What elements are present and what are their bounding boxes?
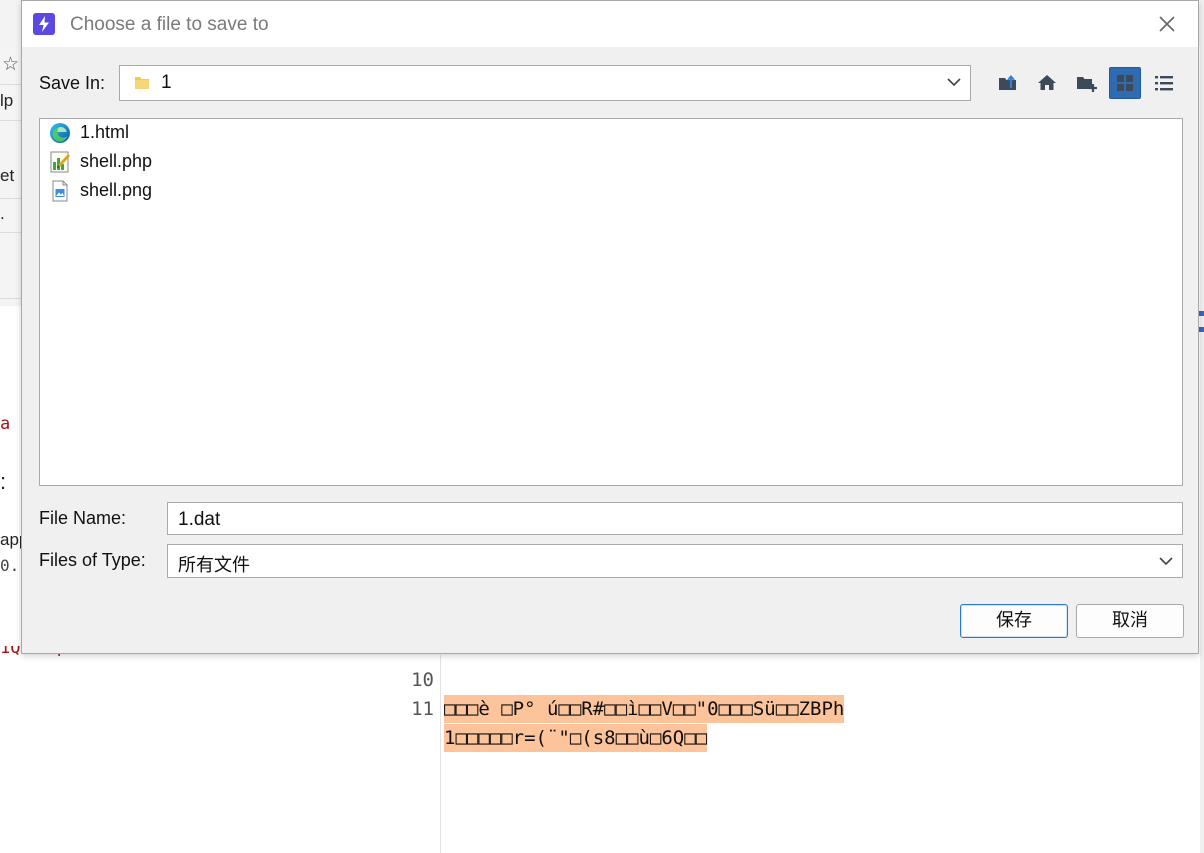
background-text-fragment: . <box>0 204 5 223</box>
folder-icon <box>135 77 149 89</box>
file-name-label: File Name: <box>39 508 127 528</box>
background-text-fragment: et <box>0 166 15 185</box>
divider <box>0 120 22 121</box>
new-folder-icon <box>1077 77 1097 92</box>
lightning-bolt-icon <box>33 13 55 35</box>
code-line[interactable]: □□□è □P° ú□□R#□□ì□□V□□"0□□□Sü□□ZBPh <box>444 695 845 723</box>
close-button[interactable] <box>1152 9 1182 39</box>
star-icon: ☆ <box>2 53 20 75</box>
save-in-value: 1 <box>161 72 172 93</box>
background-text-fragment: lp <box>0 91 14 110</box>
divider <box>0 198 22 199</box>
grid-view-button[interactable] <box>1109 67 1141 99</box>
divider <box>0 84 22 85</box>
file-type-dropdown[interactable]: 所有文件 <box>167 544 1183 578</box>
up-one-level-button[interactable] <box>992 67 1024 99</box>
chevron-down-icon <box>947 78 961 87</box>
image-file-icon <box>52 180 68 202</box>
up-folder-icon <box>999 74 1016 90</box>
background-window-edge <box>1200 0 1204 853</box>
grid-view-icon <box>1117 75 1133 91</box>
line-number: 10 <box>411 669 434 691</box>
dialog-title: Choose a file to save to <box>70 14 269 35</box>
save-file-dialog: Choose a file to save to Save In: 1 1.ht… <box>21 0 1199 654</box>
divider <box>0 232 22 233</box>
save-in-label: Save In: <box>39 73 106 93</box>
cancel-button[interactable]: 取消 <box>1076 604 1184 638</box>
background-marker <box>1199 327 1204 332</box>
create-new-folder-button[interactable] <box>1070 67 1102 99</box>
background-marker <box>1199 311 1204 316</box>
file-name: shell.php <box>80 151 153 171</box>
dialog-titlebar[interactable]: Choose a file to save to <box>22 1 1198 47</box>
file-type-value: 所有文件 <box>178 555 250 576</box>
edge-browser-icon <box>50 123 70 143</box>
chevron-down-icon <box>1159 557 1173 566</box>
gutter-divider <box>440 655 441 853</box>
file-list[interactable]: 1.html shell.php shell.png <box>39 118 1183 486</box>
home-icon <box>1038 75 1056 90</box>
save-button[interactable]: 保存 <box>960 604 1068 638</box>
file-name: 1.html <box>80 122 130 142</box>
close-icon <box>1159 16 1175 32</box>
background-text-fragment: : <box>0 469 7 494</box>
file-type-label: Files of Type: <box>39 550 146 570</box>
line-number: 11 <box>411 698 434 720</box>
file-name: shell.png <box>80 180 153 200</box>
file-name-field[interactable]: 1.dat <box>167 502 1183 535</box>
divider <box>0 298 22 299</box>
code-line[interactable]: 1□□□□□r=(¨"□(s8□□ù□6Q□□ <box>444 724 708 752</box>
list-view-button[interactable] <box>1148 67 1180 99</box>
home-button[interactable] <box>1031 67 1063 99</box>
list-view-icon <box>1155 76 1173 91</box>
save-in-dropdown[interactable]: 1 <box>119 65 971 101</box>
php-file-icon <box>50 151 70 173</box>
